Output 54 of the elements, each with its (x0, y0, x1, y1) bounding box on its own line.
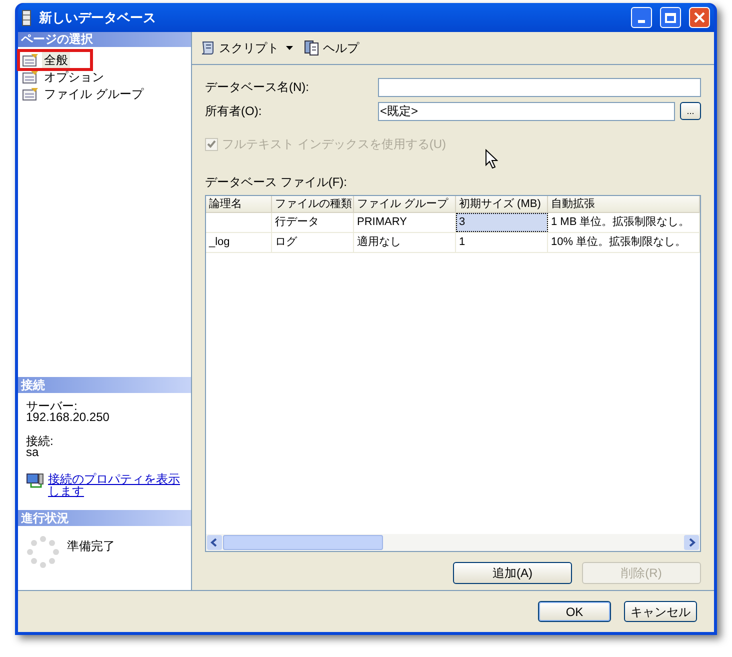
owner-field[interactable]: <既定> (378, 102, 675, 120)
horizontal-scrollbar[interactable] (206, 534, 700, 551)
connection-properties-link[interactable]: 接続のプロパティを表示します (48, 473, 180, 497)
column-header[interactable]: 論理名 (206, 196, 272, 212)
page-icon (22, 70, 39, 84)
login-label: 接続: (26, 436, 54, 447)
close-button[interactable] (689, 7, 710, 28)
table-cell: 3 (456, 213, 548, 232)
table-cell: 行データ (272, 213, 354, 232)
cancel-button[interactable]: キャンセル (624, 601, 697, 622)
table-cell: 1 (456, 233, 548, 252)
minimize-button[interactable] (631, 7, 652, 28)
dropdown-caret-icon[interactable] (286, 46, 293, 50)
add-button[interactable]: 追加(A) (453, 562, 572, 584)
server-label: サーバー: (26, 401, 78, 412)
scroll-right-icon[interactable] (684, 535, 699, 550)
section-header: 接続 (18, 377, 191, 393)
table-cell: 1 MB 単位。拡張制限なし。 (548, 213, 700, 232)
database-name-field[interactable] (378, 78, 701, 96)
database-icon (22, 10, 31, 26)
script-button[interactable]: スクリプト (199, 37, 280, 59)
section-header: 進行状況 (18, 510, 191, 526)
spinner-icon (27, 536, 59, 568)
mouse-pointer-icon (485, 149, 498, 169)
owner-label: 所有者(O): (205, 103, 263, 120)
fulltext-index-label: フルテキスト インデックスを使用する(U) (222, 136, 446, 153)
table-cell: _log (206, 233, 272, 252)
column-header[interactable]: ファイル グループ (354, 196, 456, 212)
column-header[interactable]: 初期サイズ (MB) (456, 196, 548, 212)
page-item[interactable]: ファイル グループ (42, 85, 146, 103)
computer-icon (26, 473, 44, 489)
maximize-button[interactable] (660, 7, 681, 28)
window-title: 新しいデータベース (39, 8, 157, 27)
scrollbar-thumb[interactable] (223, 535, 383, 550)
document-icon (304, 40, 320, 56)
page-item[interactable]: オプション (42, 68, 106, 86)
column-header[interactable]: 自動拡張 (548, 196, 700, 212)
table-cell: ログ (272, 233, 354, 252)
help-button[interactable]: ヘルプ (303, 37, 360, 59)
page-icon (22, 87, 39, 101)
database-name-label: データベース名(N): (205, 79, 310, 96)
scroll-icon (200, 40, 216, 56)
server-value: 192.168.20.250 (26, 412, 110, 423)
ok-button[interactable]: OK (538, 601, 611, 622)
database-files-label: データベース ファイル(F): (205, 174, 348, 191)
table-cell: 10% 単位。拡張制限なし。 (548, 233, 700, 252)
status-text: 準備完了 (67, 538, 115, 555)
browse-button[interactable]: ... (680, 102, 701, 120)
login-value: sa (26, 447, 39, 458)
column-header[interactable]: ファイルの種類 (272, 196, 354, 212)
page-icon (22, 53, 39, 67)
table-cell: 適用なし (354, 233, 456, 252)
section-header: ページの選択 (18, 32, 191, 47)
scroll-left-icon[interactable] (207, 535, 222, 550)
